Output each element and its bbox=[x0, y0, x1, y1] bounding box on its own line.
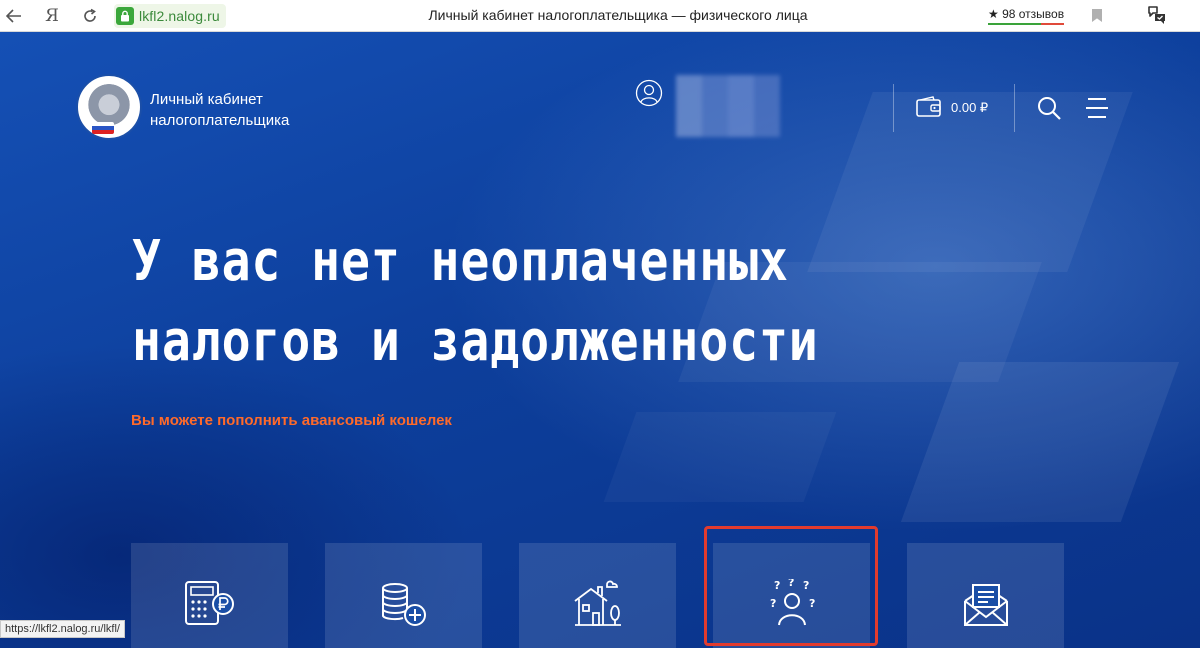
site-name-line: Личный кабинет bbox=[150, 91, 263, 108]
tile-calculator[interactable] bbox=[131, 543, 288, 648]
yandex-button[interactable]: Я bbox=[38, 2, 66, 30]
coins-plus-icon bbox=[381, 583, 426, 626]
svg-text:?: ? bbox=[788, 579, 794, 589]
tile-property[interactable] bbox=[519, 543, 676, 648]
status-bar-url: https://lkfl2.nalog.ru/lkfl/ bbox=[0, 620, 125, 638]
decor-panel bbox=[807, 92, 1133, 272]
hero-section: Личный кабинет налогоплательщика 0.00 ₽ … bbox=[0, 32, 1200, 648]
site-name[interactable]: Личный кабинет налогоплательщика bbox=[150, 89, 289, 131]
envelope-letter-icon bbox=[963, 584, 1008, 626]
svg-text:?: ? bbox=[774, 579, 780, 592]
menu-icon[interactable] bbox=[1085, 97, 1109, 119]
user-name-redacted[interactable] bbox=[676, 75, 780, 137]
wallet-balance[interactable]: 0.00 ₽ bbox=[951, 100, 988, 116]
svg-text:?: ? bbox=[770, 597, 776, 610]
decor-panel bbox=[603, 412, 837, 502]
tile-help[interactable]: ??? ?? bbox=[713, 543, 870, 648]
search-icon[interactable] bbox=[1036, 95, 1062, 121]
headline-line: У вас нет неоплаченных bbox=[132, 229, 789, 294]
url-text: lkfl2.nalog.ru bbox=[139, 7, 220, 24]
calculator-ruble-icon bbox=[184, 581, 234, 625]
user-avatar-icon[interactable] bbox=[635, 79, 663, 107]
headline-line: налогов и задолженности bbox=[132, 309, 819, 374]
site-name-line: налогоплательщика bbox=[150, 112, 290, 129]
header-divider bbox=[1014, 84, 1015, 132]
page-headline: У вас нет неоплаченных налогов и задолже… bbox=[132, 222, 819, 382]
reviews-badge[interactable]: ★ 98 отзывов bbox=[986, 3, 1066, 25]
svg-text:?: ? bbox=[803, 579, 809, 592]
svg-text:?: ? bbox=[809, 597, 815, 610]
topup-wallet-link[interactable]: Вы можете пополнить авансовый кошелек bbox=[131, 412, 452, 429]
extension-icon[interactable] bbox=[1146, 4, 1168, 26]
reload-icon[interactable] bbox=[76, 2, 104, 30]
person-questions-icon: ??? ?? bbox=[770, 579, 815, 626]
back-arrow-icon[interactable] bbox=[0, 2, 28, 30]
header-divider bbox=[893, 84, 894, 132]
wallet-icon[interactable] bbox=[916, 96, 942, 118]
house-property-icon bbox=[573, 580, 621, 626]
tile-coins[interactable] bbox=[325, 543, 482, 648]
tile-messages[interactable] bbox=[907, 543, 1064, 648]
decor-panel bbox=[900, 362, 1180, 522]
fns-logo[interactable] bbox=[76, 74, 142, 140]
address-bar[interactable]: lkfl2.nalog.ru bbox=[114, 3, 226, 28]
lock-icon bbox=[116, 6, 134, 25]
flag-icon bbox=[92, 122, 114, 134]
